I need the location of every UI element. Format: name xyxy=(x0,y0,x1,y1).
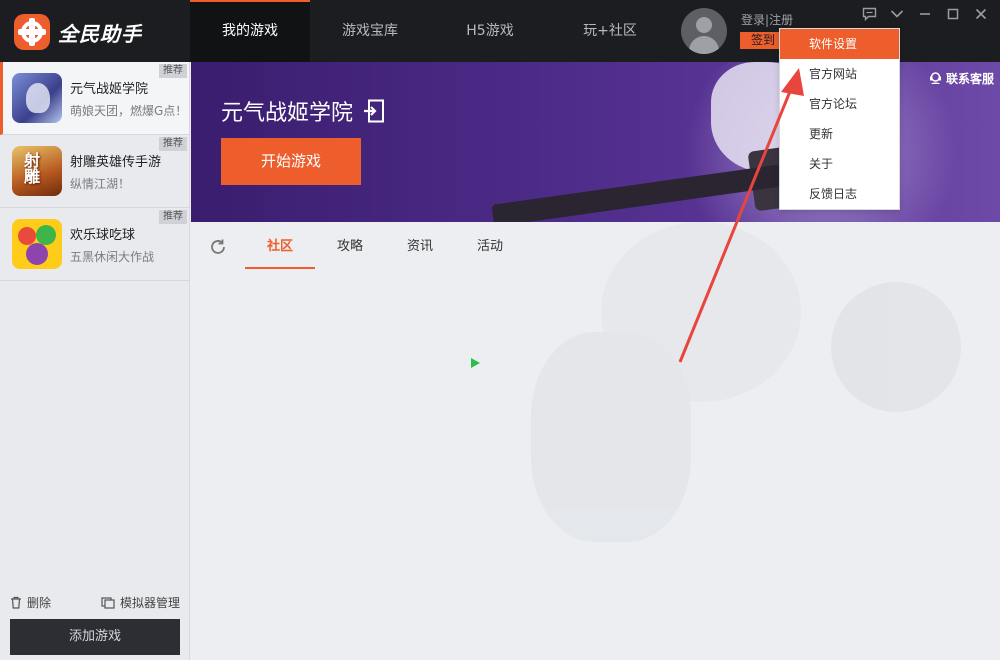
game-icon xyxy=(12,146,62,196)
maximize-icon[interactable] xyxy=(942,5,964,23)
tab-game-library[interactable]: 游戏宝库 xyxy=(310,0,430,62)
trash-icon xyxy=(11,596,21,609)
game-desc: 纵情江湖！ xyxy=(70,176,131,191)
tab-community-feed[interactable]: 社区 xyxy=(245,225,315,269)
recommend-badge: 推荐 xyxy=(159,137,187,151)
switch-game-icon[interactable] xyxy=(363,99,385,123)
refresh-icon[interactable] xyxy=(209,238,227,256)
tab-guides[interactable]: 攻略 xyxy=(315,225,385,269)
main-nav: 我的游戏 游戏宝库 H5游戏 玩+社区 xyxy=(190,0,670,62)
emulator-label: 模拟器管理 xyxy=(119,596,180,610)
game-title-text: 元气战姬学院 xyxy=(221,101,354,126)
add-game-button[interactable]: 添加游戏 xyxy=(10,619,180,655)
close-icon[interactable] xyxy=(970,5,992,23)
game-name: 欢乐球吃球 xyxy=(70,227,136,243)
support-label: 联系客服 xyxy=(945,72,994,86)
logo-icon xyxy=(14,14,50,50)
menu-item-forum[interactable]: 官方论坛 xyxy=(780,89,899,119)
play-icon xyxy=(471,358,480,368)
emulator-icon xyxy=(101,596,115,609)
game-icon xyxy=(12,219,62,269)
delete-button[interactable]: 删除 xyxy=(10,594,51,611)
register-link[interactable]: 注册 xyxy=(769,13,793,27)
game-desc: 五黑休闲大作战 xyxy=(70,249,155,264)
menu-item-feedback-log[interactable]: 反馈日志 xyxy=(780,179,899,209)
checkin-button[interactable]: 签到 xyxy=(740,32,780,49)
recommend-badge: 推荐 xyxy=(159,64,187,78)
login-links: 登录|注册 xyxy=(741,11,793,28)
window-controls xyxy=(858,5,992,23)
tab-community[interactable]: 玩+社区 xyxy=(550,0,670,62)
feedback-icon[interactable] xyxy=(858,5,880,23)
content-tabs: 社区 攻略 资讯 活动 xyxy=(191,222,1000,272)
tab-my-games[interactable]: 我的游戏 xyxy=(190,0,310,62)
tab-events[interactable]: 活动 xyxy=(455,225,525,269)
menu-item-website[interactable]: 官方网站 xyxy=(780,59,899,89)
sidebar-actions: 删除 模拟器管理 xyxy=(0,594,190,611)
start-game-button[interactable]: 开始游戏 xyxy=(221,138,361,185)
login-link[interactable]: 登录 xyxy=(741,13,765,27)
app-logo: 全民助手 xyxy=(14,14,142,50)
delete-label: 删除 xyxy=(27,596,52,610)
game-title: 元气战姬学院 xyxy=(221,95,385,127)
game-desc: 萌娘天团，燃爆G点！ xyxy=(70,103,188,118)
settings-dropdown: 软件设置 官方网站 官方论坛 更新 关于 反馈日志 xyxy=(779,28,900,210)
avatar[interactable] xyxy=(681,8,727,54)
tab-h5-games[interactable]: H5游戏 xyxy=(430,0,550,62)
tab-news[interactable]: 资讯 xyxy=(385,225,455,269)
headset-icon xyxy=(929,72,941,84)
game-icon xyxy=(12,73,62,123)
emulator-manager-button[interactable]: 模拟器管理 xyxy=(101,594,180,611)
brand-name: 全民助手 xyxy=(58,21,142,46)
game-name: 元气战姬学院 xyxy=(70,81,149,97)
minimize-icon[interactable] xyxy=(914,5,936,23)
menu-item-about[interactable]: 关于 xyxy=(780,149,899,179)
menu-item-settings[interactable]: 软件设置 xyxy=(780,29,899,59)
game-name: 射雕英雄传手游 xyxy=(70,154,162,170)
list-item-game[interactable]: 元气战姬学院 萌娘天团，燃爆G点！ 推荐 xyxy=(0,62,189,135)
game-list-sidebar: 元气战姬学院 萌娘天团，燃爆G点！ 推荐 射雕英雄传手游 纵情江湖！ 推荐 欢乐… xyxy=(0,62,190,660)
chevron-down-icon[interactable] xyxy=(886,5,908,23)
list-item-game[interactable]: 射雕英雄传手游 纵情江湖！ 推荐 xyxy=(0,135,189,208)
menu-item-update[interactable]: 更新 xyxy=(780,119,899,149)
recommend-badge: 推荐 xyxy=(159,210,187,224)
list-item-game[interactable]: 欢乐球吃球 五黑休闲大作战 推荐 xyxy=(0,208,189,281)
support-link[interactable]: 联系客服 xyxy=(929,70,994,87)
